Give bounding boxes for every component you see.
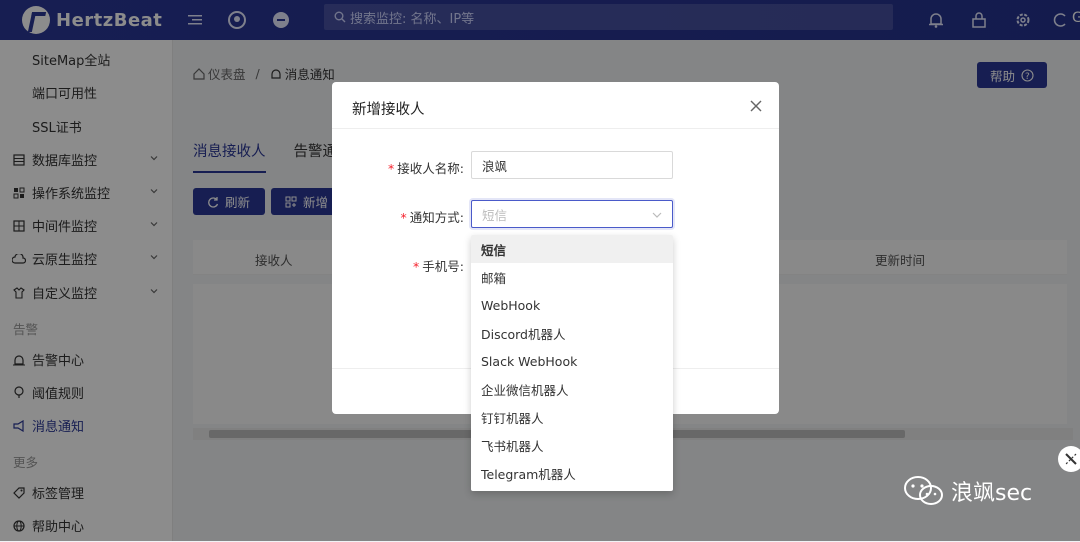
option-webhook[interactable]: WebHook <box>471 291 673 319</box>
chevron-down-icon <box>652 212 662 218</box>
watermark: 浪飒sec <box>903 474 1032 508</box>
option-wecom[interactable]: 企业微信机器人 <box>471 375 673 403</box>
dialog-title: 新增接收人 <box>352 102 425 118</box>
phone-label: * 手机号: <box>413 259 464 274</box>
option-email[interactable]: 邮箱 <box>471 263 673 291</box>
option-feishu[interactable]: 飞书机器人 <box>471 431 673 459</box>
option-discord[interactable]: Discord机器人 <box>471 319 673 347</box>
name-label: * 接收人名称: <box>388 161 464 176</box>
method-label: * 通知方式: <box>400 210 464 225</box>
receiver-name-value: 浪飒 <box>482 158 508 174</box>
watermark-text: 浪飒sec <box>951 481 1033 506</box>
receiver-name-input[interactable]: 浪飒 <box>471 151 673 179</box>
notify-method-dropdown: 短信 邮箱 WebHook Discord机器人 Slack WebHook 企… <box>471 235 673 491</box>
close-icon[interactable] <box>749 99 763 113</box>
wechat-icon <box>903 474 945 508</box>
option-slack[interactable]: Slack WebHook <box>471 347 673 375</box>
notify-method-value: 短信 <box>482 207 508 223</box>
option-dingtalk[interactable]: 钉钉机器人 <box>471 403 673 431</box>
option-sms[interactable]: 短信 <box>471 235 673 263</box>
tool-icon[interactable] <box>1058 446 1080 472</box>
option-telegram[interactable]: Telegram机器人 <box>471 459 673 487</box>
dialog-divider <box>332 128 779 129</box>
notify-method-select[interactable]: 短信 <box>471 200 673 228</box>
